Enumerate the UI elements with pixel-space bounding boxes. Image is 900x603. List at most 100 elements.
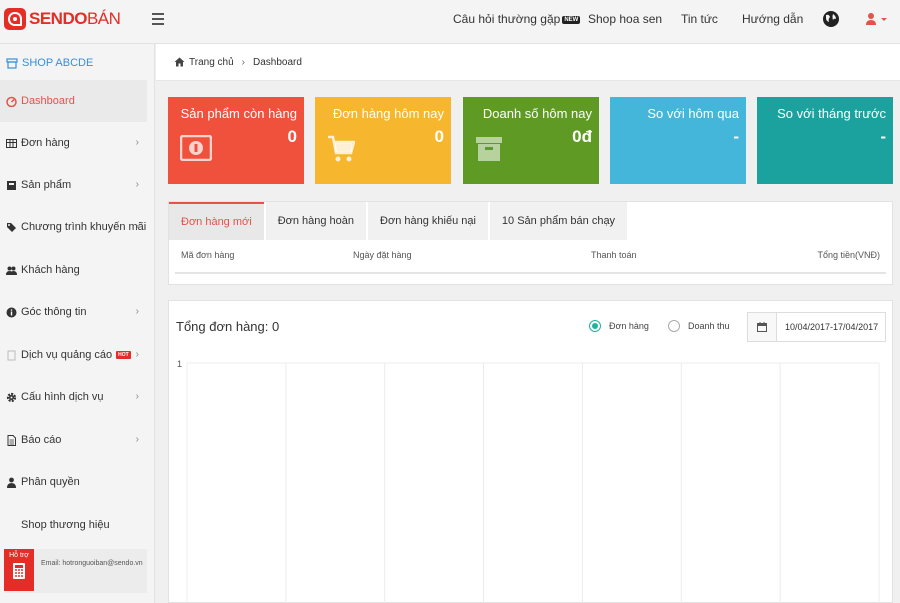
sidebar-item-promotions[interactable]: Chương trình khuyến mãi › — [0, 206, 147, 248]
card-compare-last-month[interactable]: So với tháng trước - — [757, 97, 893, 184]
shop-name: SHOP ABCDE — [22, 57, 94, 69]
card-value: 0 — [287, 127, 297, 146]
sidebar-item-ads[interactable]: Dịch vụ quảng cáo HOT › — [0, 334, 147, 376]
faq-label: Câu hỏi thường gặp — [453, 12, 561, 26]
date-range-picker[interactable] — [747, 312, 886, 342]
archive-box-icon — [476, 137, 502, 161]
card-revenue-today[interactable]: Doanh số hôm nay 0đ — [463, 97, 599, 184]
sidebar-item-label: Góc thông tin — [21, 306, 87, 318]
chevron-right-icon: › — [135, 137, 139, 148]
user-menu[interactable] — [864, 10, 888, 28]
tab-returned-orders[interactable]: Đơn hàng hoàn — [265, 202, 367, 240]
sidebar-item-dashboard[interactable]: Dashboard — [0, 80, 147, 122]
sidebar-item-label: Phân quyền — [21, 476, 80, 488]
chevron-right-icon: › — [135, 221, 139, 232]
tab-complaint-orders[interactable]: Đơn hàng khiếu nại — [368, 202, 488, 240]
calendar-icon[interactable] — [748, 313, 777, 341]
tab-top-products[interactable]: 10 Sản phẩm bán chạy — [489, 202, 628, 240]
chevron-right-icon: › — [135, 349, 139, 360]
card-value: - — [880, 127, 886, 146]
breadcrumb-current: Dashboard — [253, 56, 302, 68]
dashboard-icon — [6, 96, 17, 107]
guide-link[interactable]: Hướng dẫn — [742, 12, 803, 26]
card-value: 0 — [434, 127, 444, 146]
table-divider — [175, 272, 886, 274]
menu-toggle-icon[interactable] — [152, 13, 164, 25]
radio-unchecked-icon — [668, 320, 680, 332]
chevron-right-icon: › — [135, 434, 139, 445]
globe-icon[interactable] — [822, 10, 840, 28]
orders-panel: Đơn hàng mới Đơn hàng hoàn Đơn hàng khiế… — [168, 201, 893, 285]
support-badge[interactable]: Hỗ trợ — [4, 549, 34, 591]
sendo-logo-icon — [4, 8, 26, 30]
store-icon — [6, 57, 18, 69]
column-header-total: Tổng tiền(VNĐ) — [817, 250, 880, 260]
card-value: - — [733, 127, 739, 146]
report-icon — [6, 434, 17, 446]
sendo-logo[interactable]: SENDOBÁN — [4, 6, 121, 32]
radio-checked-icon — [589, 320, 601, 332]
home-icon[interactable] — [174, 57, 185, 67]
table-icon — [6, 138, 17, 149]
shopping-cart-icon — [328, 135, 355, 162]
orders-chart-panel: 1 Tổng đơn hàng: 0 Đơn hàng Doanh thu — [168, 300, 893, 603]
sidebar-item-label: Đơn hàng — [21, 137, 70, 149]
sidebar-item-label: Sản phẩm — [21, 179, 72, 191]
card-title: So với tháng trước — [777, 106, 886, 121]
money-icon — [180, 135, 212, 161]
radio-revenue[interactable]: Doanh thu — [668, 320, 730, 332]
shop-name-link[interactable]: SHOP ABCDE — [0, 50, 155, 76]
chevron-right-icon: › — [135, 306, 139, 317]
gear-icon — [6, 392, 17, 403]
hot-badge: HOT — [116, 351, 131, 359]
support-email[interactable]: Email: hotronguoiban@sendo.vn — [41, 560, 143, 567]
radio-orders-label: Đơn hàng — [609, 321, 649, 331]
sidebar-item-orders[interactable]: Đơn hàng › — [0, 122, 147, 164]
radio-revenue-label: Doanh thu — [688, 321, 730, 331]
orders-tabs: Đơn hàng mới Đơn hàng hoàn Đơn hàng khiế… — [169, 202, 629, 240]
product-box-icon — [6, 180, 17, 191]
sidebar-item-reports[interactable]: Báo cáo › — [0, 419, 147, 461]
sidebar-item-info-corner[interactable]: Góc thông tin › — [0, 291, 147, 333]
support-label: Hỗ trợ — [9, 552, 29, 559]
sidebar-item-label: Shop thương hiệu — [21, 519, 110, 531]
sidebar-item-label: Cấu hình dịch vụ — [21, 391, 104, 403]
sidebar-item-brand-shop[interactable]: Shop thương hiệu — [0, 504, 147, 546]
chevron-right-icon: › — [135, 179, 139, 190]
sidebar-item-service-config[interactable]: Cấu hình dịch vụ › — [0, 376, 147, 418]
sidebar-item-label: Khách hàng — [21, 264, 80, 276]
faq-link[interactable]: Câu hỏi thường gặp NEW — [453, 12, 581, 26]
card-products-in-stock[interactable]: Sản phẩm còn hàng 0 — [168, 97, 304, 184]
column-header-order-id: Mã đơn hàng — [181, 250, 235, 260]
brand-name: SENDOBÁN — [29, 9, 121, 29]
sidebar-item-customers[interactable]: Khách hàng — [0, 249, 147, 291]
sidebar-item-label: Dashboard — [21, 95, 75, 107]
main-content: Trang chủ › Dashboard Sản phẩm còn hàng … — [156, 44, 900, 603]
orders-chart: 1 — [177, 359, 880, 603]
date-range-input[interactable] — [777, 322, 885, 332]
new-badge: NEW — [562, 15, 581, 24]
radio-orders[interactable]: Đơn hàng — [589, 320, 649, 332]
shop-hoa-sen-link[interactable]: Shop hoa sen — [588, 12, 662, 26]
card-compare-yesterday[interactable]: So với hôm qua - — [610, 97, 746, 184]
card-orders-today[interactable]: Đơn hàng hôm nay 0 — [315, 97, 451, 184]
tab-new-orders[interactable]: Đơn hàng mới — [169, 202, 264, 240]
breadcrumb-home[interactable]: Trang chủ — [189, 57, 234, 68]
support-box: Hỗ trợ Email: hotronguoiban@sendo.vn — [4, 549, 147, 593]
card-title: So với hôm qua — [647, 106, 739, 121]
breadcrumb-separator-icon: › — [241, 56, 245, 68]
news-link[interactable]: Tin tức — [681, 12, 718, 26]
user-icon — [6, 477, 17, 488]
ads-icon — [6, 350, 17, 361]
card-title: Sản phẩm còn hàng — [180, 106, 297, 121]
card-title: Doanh số hôm nay — [482, 106, 592, 121]
sidebar-item-label: Báo cáo — [21, 434, 62, 446]
column-header-order-date: Ngày đặt hàng — [353, 250, 412, 260]
sidebar: SHOP ABCDE Dashboard Đơn hàng › Sản phẩm… — [0, 44, 155, 603]
card-title: Đơn hàng hôm nay — [332, 106, 444, 121]
info-icon — [6, 307, 17, 318]
sidebar-item-products[interactable]: Sản phẩm › — [0, 164, 147, 206]
sidebar-item-label: Chương trình khuyến mãi — [21, 221, 147, 233]
chevron-right-icon: › — [135, 391, 139, 402]
sidebar-item-permissions[interactable]: Phân quyền — [0, 461, 147, 503]
